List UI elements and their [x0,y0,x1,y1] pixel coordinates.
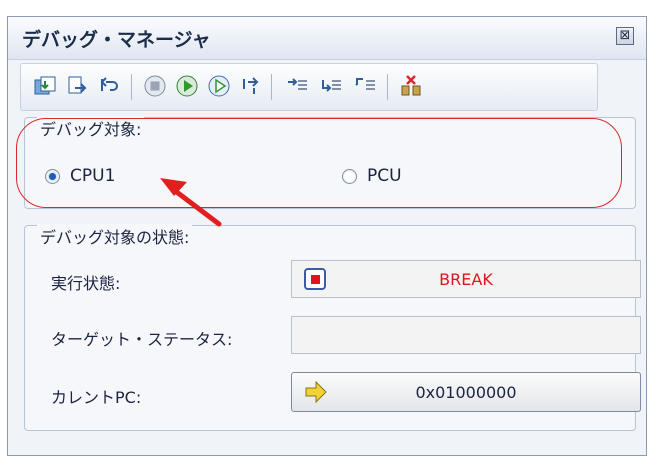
step-over-icon [322,80,341,92]
toolbar-separator [387,74,388,100]
reload-button[interactable] [63,72,91,100]
radio-label: CPU1 [70,166,116,186]
target-status-field [291,316,641,354]
radio-selected-icon [45,168,60,184]
step-in-button[interactable] [283,72,311,100]
radio-pcu[interactable]: PCU [342,166,402,186]
reset-icon [100,77,118,91]
current-pc-label: カレントPC: [51,388,142,407]
debug-manager-panel: デバッグ・マネージャ ⊠ デバッグ対象: CPU1 PCU デバッグ対象の状態:… [7,16,647,456]
target-status-value [292,317,640,353]
exec-state-label: 実行状態: [51,274,121,293]
stop-button[interactable] [141,72,169,100]
go-button[interactable] [173,72,201,100]
download-button[interactable] [31,72,59,100]
disconnect-button[interactable] [397,72,425,100]
reload-icon [68,76,87,94]
go-icon [176,75,198,97]
toolbar-separator [131,74,132,100]
toolbar [20,63,598,111]
step-return-icon [243,77,259,94]
disconnect-icon [401,75,421,96]
close-button[interactable]: ⊠ [616,27,634,45]
current-pc-value: 0x01000000 [415,382,517,402]
reset-button[interactable] [95,72,123,100]
debug-target-label: デバッグ対象: [37,116,145,140]
step-over-button[interactable] [317,72,345,100]
status-group-label: デバッグ対象の状態: [37,224,193,248]
radio-label: PCU [367,166,402,186]
step-return-button[interactable] [237,72,265,100]
return-out-icon [355,78,375,90]
debug-target-group: デバッグ対象: CPU1 PCU [24,116,636,209]
exec-state-value: BREAK [439,269,493,289]
radio-cpu1[interactable]: CPU1 [45,166,115,186]
exec-state-field: BREAK [291,260,641,298]
return-out-button[interactable] [351,72,379,100]
run-button[interactable] [205,72,233,100]
run-icon [208,75,230,97]
current-pc-button[interactable]: 0x01000000 [291,372,641,412]
radio-unselected-icon [342,168,357,184]
debug-target-status-group: デバッグ対象の状態: 実行状態: BREAK ターゲット・ステータス: カレント… [24,224,641,431]
step-in-icon [288,78,307,90]
toolbar-separator [271,74,272,100]
download-icon [34,76,56,95]
titlebar: デバッグ・マネージャ ⊠ [8,17,646,60]
target-status-label: ターゲット・ステータス: [51,330,233,349]
stop-icon [144,75,166,97]
panel-title: デバッグ・マネージャ [22,29,211,51]
